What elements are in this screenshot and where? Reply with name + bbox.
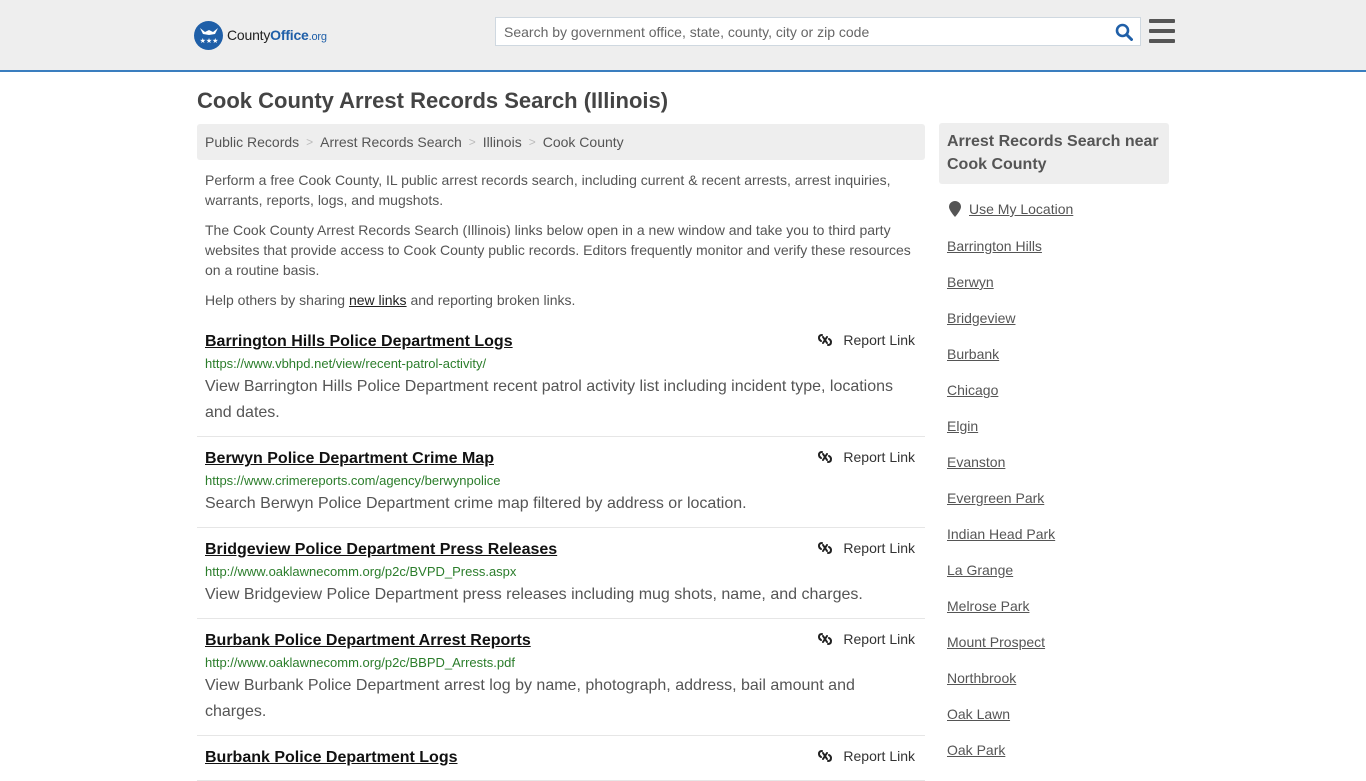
result-description: Search Berwyn Police Department crime ma… [205, 495, 747, 512]
svg-text:★★★: ★★★ [199, 37, 218, 45]
nearby-place-link[interactable]: Burbank [947, 346, 999, 362]
new-links-link[interactable]: new links [349, 292, 407, 308]
nearby-place-link[interactable]: Oak Park [947, 742, 1005, 758]
map-pin-icon [949, 201, 961, 217]
breadcrumb-item[interactable]: Public Records [205, 134, 299, 150]
result-description: View Barrington Hills Police Department … [205, 378, 894, 421]
hamburger-menu-button[interactable] [1149, 19, 1175, 43]
breadcrumb-separator: > [468, 135, 476, 149]
nearby-place-link[interactable]: Barrington Hills [947, 238, 1042, 254]
report-link-button[interactable]: Report Link [817, 540, 915, 556]
report-link-button[interactable]: Report Link [817, 631, 915, 647]
nearby-place-item: Chicago [947, 380, 1055, 416]
result-url[interactable]: https://www.vbhpd.net/view/recent-patrol… [205, 354, 917, 374]
nearby-place-item: Evergreen Park [947, 488, 1055, 524]
nearby-place-link[interactable]: Evanston [947, 454, 1005, 470]
eagle-stars-logo-icon: ★★★ [194, 20, 223, 50]
result-url[interactable]: http://www.oaklawnecomm.org/p2c/BVPD_Pre… [205, 562, 917, 582]
sidebar-heading: Arrest Records Search near Cook County [939, 123, 1169, 184]
report-link-button[interactable]: Report Link [817, 449, 915, 465]
menu-bar [1149, 19, 1175, 23]
page-title: Cook County Arrest Records Search (Illin… [197, 88, 669, 113]
nearby-place-item: Oak Park [947, 740, 1055, 776]
breadcrumb-item[interactable]: Illinois [483, 134, 522, 150]
nearby-place-item: Northbrook [947, 668, 1055, 704]
menu-bar [1149, 29, 1175, 33]
nearby-place-link[interactable]: Northbrook [947, 670, 1016, 686]
broken-link-icon [818, 633, 833, 645]
site-header: ★★★ CountyOffice.org [0, 0, 1366, 72]
use-my-location-link[interactable]: Use My Location [969, 201, 1073, 217]
nearby-place-link[interactable]: Chicago [947, 382, 998, 398]
nearby-places-list: Barrington Hills Berwyn Bridgeview Burbank C… [947, 236, 1055, 776]
logo-wordmark: CountyOffice.org [227, 27, 327, 43]
broken-link-icon [818, 451, 833, 463]
nearby-place-item: Barrington Hills [947, 236, 1055, 272]
breadcrumb-separator: > [528, 135, 536, 149]
broken-link-icon [818, 750, 833, 762]
breadcrumb-item[interactable]: Cook County [543, 134, 624, 150]
result-item: Barrington Hills Police Department Logs … [197, 328, 925, 437]
broken-link-icon [818, 542, 833, 554]
report-link-label: Report Link [843, 631, 915, 647]
search-icon [1115, 23, 1133, 41]
report-link-label: Report Link [843, 748, 915, 764]
nearby-place-item: La Grange [947, 560, 1055, 596]
result-item: Berwyn Police Department Crime Map Repor… [197, 437, 925, 528]
nearby-place-item: Evanston [947, 452, 1055, 488]
nearby-place-link[interactable]: Evergreen Park [947, 490, 1044, 506]
nearby-place-item: Indian Head Park [947, 524, 1055, 560]
result-url[interactable]: http://www.oaklawnecomm.org/p2c/BBPD_Arr… [205, 653, 917, 673]
breadcrumb: Public Records > Arrest Records Search >… [197, 124, 925, 160]
result-item: Burbank Police Department Arrest Reports… [197, 619, 925, 736]
report-link-label: Report Link [843, 332, 915, 348]
result-item: Bridgeview Police Department Press Relea… [197, 528, 925, 619]
nearby-place-link[interactable]: Mount Prospect [947, 634, 1045, 650]
nearby-place-item: Oak Lawn [947, 704, 1055, 740]
intro-text: Perform a free Cook County, IL public ar… [205, 170, 920, 320]
result-title-link[interactable]: Burbank Police Department Arrest Reports [205, 629, 531, 653]
result-title-link[interactable]: Bridgeview Police Department Press Relea… [205, 538, 557, 562]
nearby-place-item: Burbank [947, 344, 1055, 380]
intro-paragraph: Perform a free Cook County, IL public ar… [205, 172, 891, 208]
result-description: View Bridgeview Police Department press … [205, 586, 863, 603]
result-title-link[interactable]: Berwyn Police Department Crime Map [205, 447, 494, 471]
nearby-place-link[interactable]: Bridgeview [947, 310, 1015, 326]
results-list: Barrington Hills Police Department Logs … [197, 328, 925, 781]
nearby-place-item: Bridgeview [947, 308, 1055, 344]
report-link-button[interactable]: Report Link [817, 332, 915, 348]
result-title-link[interactable]: Barrington Hills Police Department Logs [205, 330, 513, 354]
nearby-place-link[interactable]: Indian Head Park [947, 526, 1055, 542]
site-logo[interactable]: ★★★ CountyOffice.org [194, 20, 327, 50]
result-title-link[interactable]: Burbank Police Department Logs [205, 746, 458, 770]
breadcrumb-separator: > [306, 135, 314, 149]
nearby-place-item: Elgin [947, 416, 1055, 452]
nearby-place-item: Mount Prospect [947, 632, 1055, 668]
nearby-place-link[interactable]: Berwyn [947, 274, 994, 290]
nearby-place-item: Berwyn [947, 272, 1055, 308]
search-button[interactable] [1108, 18, 1140, 45]
use-my-location: Use My Location [949, 201, 1073, 217]
breadcrumb-item[interactable]: Arrest Records Search [320, 134, 462, 150]
result-url[interactable]: https://www.crimereports.com/agency/berw… [205, 471, 917, 491]
nearby-place-item: Melrose Park [947, 596, 1055, 632]
broken-link-icon [818, 334, 833, 346]
nearby-place-link[interactable]: Oak Lawn [947, 706, 1010, 722]
share-links-note: Help others by sharing new links and rep… [205, 292, 576, 308]
nearby-place-link[interactable]: Elgin [947, 418, 978, 434]
report-link-label: Report Link [843, 449, 915, 465]
result-description: View Burbank Police Department arrest lo… [205, 677, 855, 720]
nearby-place-link[interactable]: La Grange [947, 562, 1013, 578]
menu-bar [1149, 39, 1175, 43]
report-link-button[interactable]: Report Link [817, 748, 915, 764]
report-link-label: Report Link [843, 540, 915, 556]
result-item: Burbank Police Department Logs Report Li… [197, 736, 925, 781]
search-input[interactable] [496, 18, 1108, 45]
intro-paragraph: The Cook County Arrest Records Search (I… [205, 222, 911, 278]
search-bar [495, 17, 1141, 46]
nearby-place-link[interactable]: Melrose Park [947, 598, 1029, 614]
